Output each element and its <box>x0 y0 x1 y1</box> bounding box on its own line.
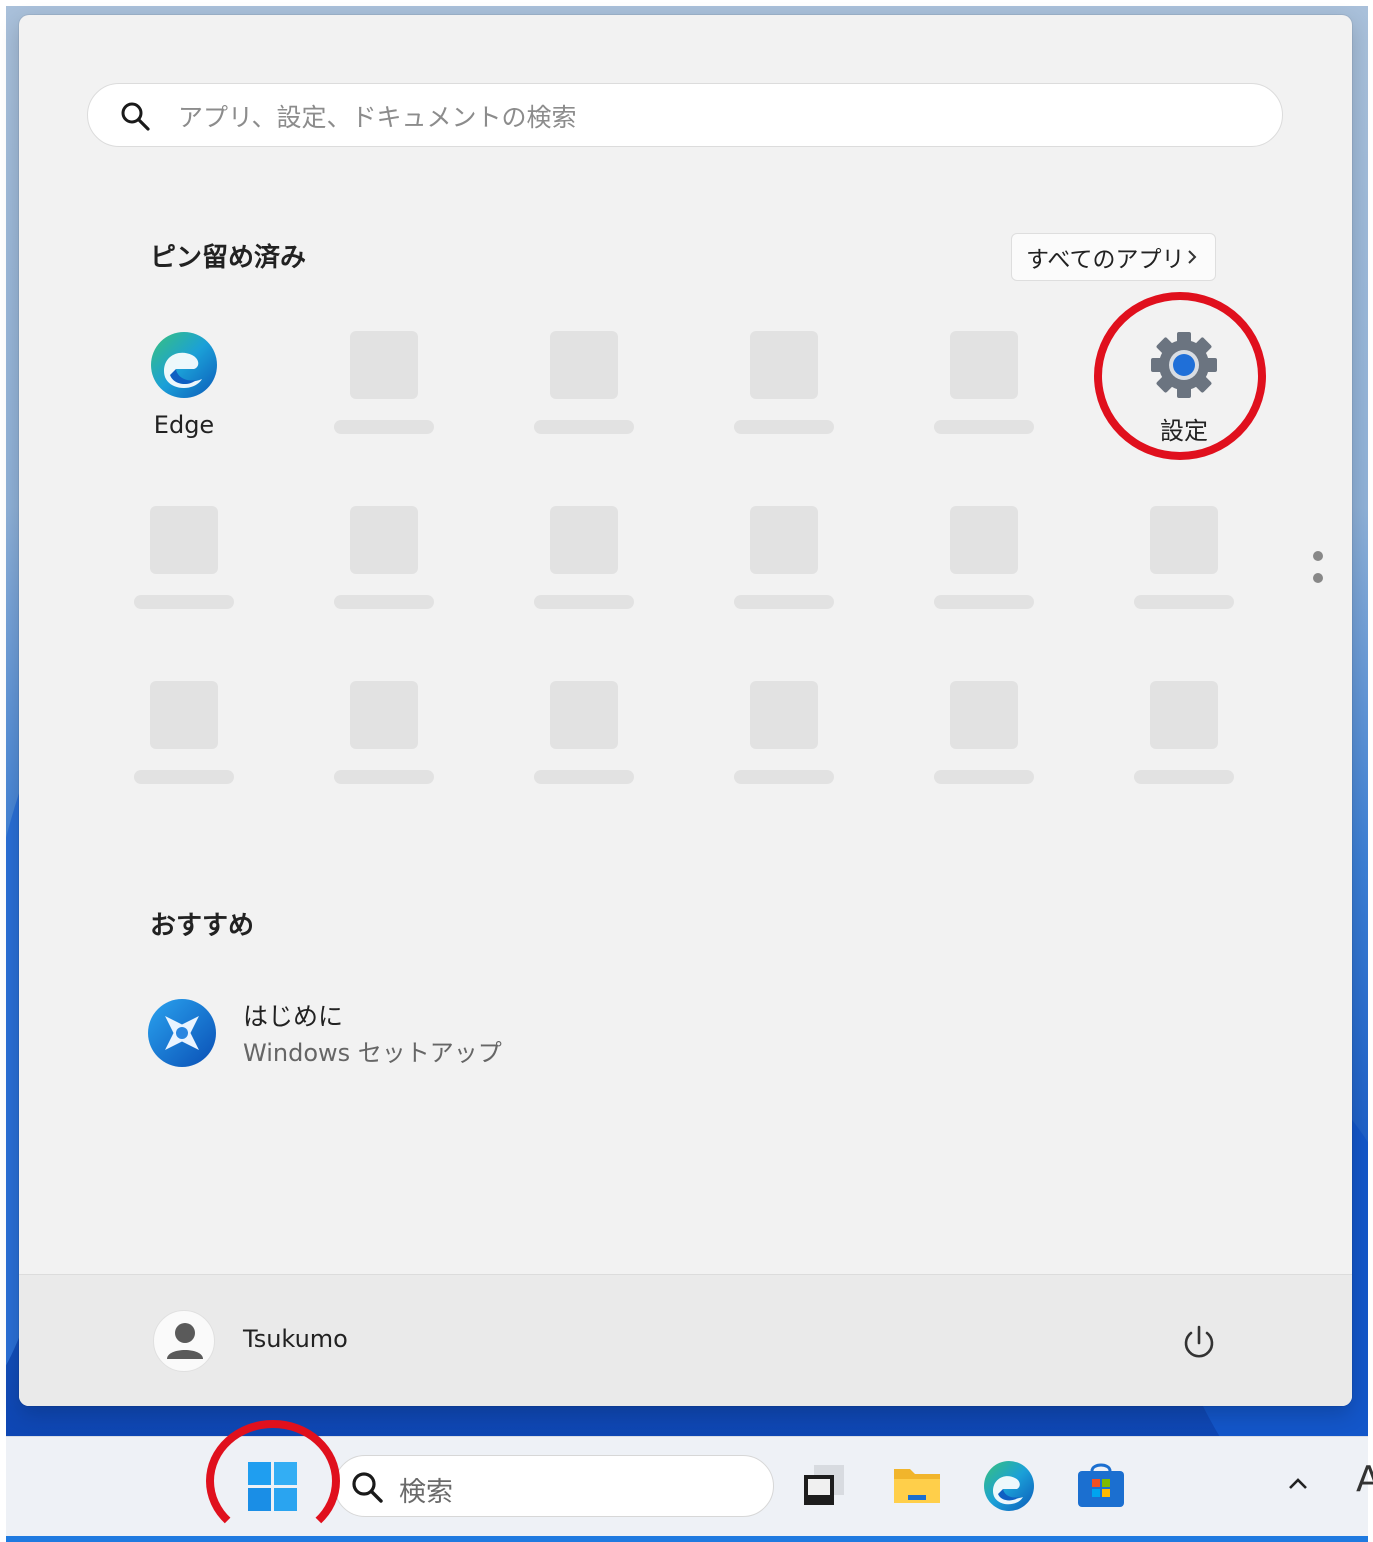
search-icon <box>352 1472 383 1503</box>
placeholder-icon <box>950 331 1018 399</box>
pinned-app-placeholder <box>1084 681 1284 831</box>
user-name[interactable]: Tsukumo <box>243 1325 348 1353</box>
placeholder-label <box>334 770 434 784</box>
file-explorer-icon[interactable] <box>890 1459 944 1513</box>
recommended-section-title: おすすめ <box>150 911 255 941</box>
edge-icon <box>151 332 217 398</box>
placeholder-label <box>734 770 834 784</box>
start-menu-footer: Tsukumo <box>19 1274 1352 1406</box>
pinned-app-placeholder <box>84 681 284 831</box>
pinned-app-placeholder <box>284 506 484 656</box>
app-label: 設定 <box>1160 417 1208 445</box>
placeholder-label <box>334 420 434 434</box>
settings-gear-icon <box>1151 332 1217 398</box>
pinned-app-placeholder <box>884 681 1084 831</box>
task-view-icon[interactable] <box>798 1459 852 1513</box>
placeholder-label <box>1134 770 1234 784</box>
placeholder-label <box>134 770 234 784</box>
placeholder-label <box>934 770 1034 784</box>
pinned-app-placeholder <box>684 331 884 481</box>
pinned-app-settings[interactable]: 設定 <box>1084 331 1284 481</box>
taskbar-search-box[interactable]: 検索 <box>334 1455 774 1517</box>
recommended-item-subtitle: Windows セットアップ <box>243 1039 502 1067</box>
placeholder-label <box>534 770 634 784</box>
pinned-app-placeholder <box>684 506 884 656</box>
placeholder-icon <box>350 681 418 749</box>
chevron-up-icon[interactable] <box>1284 1470 1312 1498</box>
power-icon[interactable] <box>1179 1323 1219 1363</box>
input-indicator[interactable]: A <box>1356 1459 1373 1500</box>
placeholder-label <box>734 595 834 609</box>
placeholder-label <box>334 595 434 609</box>
pinned-section-title: ピン留め済み <box>150 243 307 273</box>
pinned-app-edge[interactable]: Edge <box>84 331 284 481</box>
user-icon <box>167 1323 203 1359</box>
taskbar: 検索 A <box>6 1436 1373 1537</box>
pinned-app-placeholder <box>884 506 1084 656</box>
pinned-app-placeholder <box>684 681 884 831</box>
placeholder-label <box>934 595 1034 609</box>
pinned-app-placeholder <box>484 331 684 481</box>
taskbar-search-label: 検索 <box>399 1477 453 1508</box>
pinned-app-placeholder <box>1084 506 1284 656</box>
get-started-icon <box>148 999 216 1067</box>
placeholder-icon <box>550 681 618 749</box>
pinned-app-placeholder <box>884 331 1084 481</box>
placeholder-label <box>534 595 634 609</box>
placeholder-icon <box>150 506 218 574</box>
placeholder-icon <box>350 506 418 574</box>
page-indicator[interactable] <box>1311 551 1325 591</box>
all-apps-label: すべてのアプリ <box>1026 247 1185 273</box>
placeholder-icon <box>750 506 818 574</box>
pinned-app-placeholder <box>284 331 484 481</box>
microsoft-store-icon[interactable] <box>1074 1459 1128 1513</box>
placeholder-icon <box>750 331 818 399</box>
pinned-app-placeholder <box>484 681 684 831</box>
search-input[interactable] <box>176 94 1260 140</box>
all-apps-button[interactable]: すべてのアプリ <box>1011 233 1216 281</box>
placeholder-icon <box>1150 681 1218 749</box>
placeholder-icon <box>550 331 618 399</box>
taskbar-accent-line <box>6 1536 1368 1542</box>
pinned-app-placeholder <box>84 506 284 656</box>
start-menu: ピン留め済み すべてのアプリ Edge <box>19 15 1352 1406</box>
placeholder-icon <box>350 331 418 399</box>
pinned-app-placeholder <box>484 506 684 656</box>
placeholder-icon <box>950 506 1018 574</box>
placeholder-icon <box>1150 506 1218 574</box>
pinned-app-placeholder <box>284 681 484 831</box>
recommended-item-get-started[interactable]: はじめに Windows セットアップ <box>147 995 567 1075</box>
placeholder-icon <box>750 681 818 749</box>
chevron-right-icon <box>1188 250 1197 264</box>
placeholder-label <box>134 595 234 609</box>
placeholder-label <box>534 420 634 434</box>
edge-icon[interactable] <box>982 1459 1036 1513</box>
search-icon <box>121 102 150 131</box>
placeholder-icon <box>950 681 1018 749</box>
user-avatar[interactable] <box>153 1310 215 1372</box>
app-label: Edge <box>153 411 215 439</box>
page-dot <box>1313 573 1323 583</box>
placeholder-icon <box>150 681 218 749</box>
placeholder-label <box>934 420 1034 434</box>
start-search-box[interactable] <box>87 83 1283 147</box>
page-dot <box>1313 551 1323 561</box>
placeholder-label <box>1134 595 1234 609</box>
recommended-item-title: はじめに <box>243 1002 344 1031</box>
placeholder-icon <box>550 506 618 574</box>
windows-start-icon[interactable] <box>236 1457 308 1517</box>
placeholder-label <box>734 420 834 434</box>
